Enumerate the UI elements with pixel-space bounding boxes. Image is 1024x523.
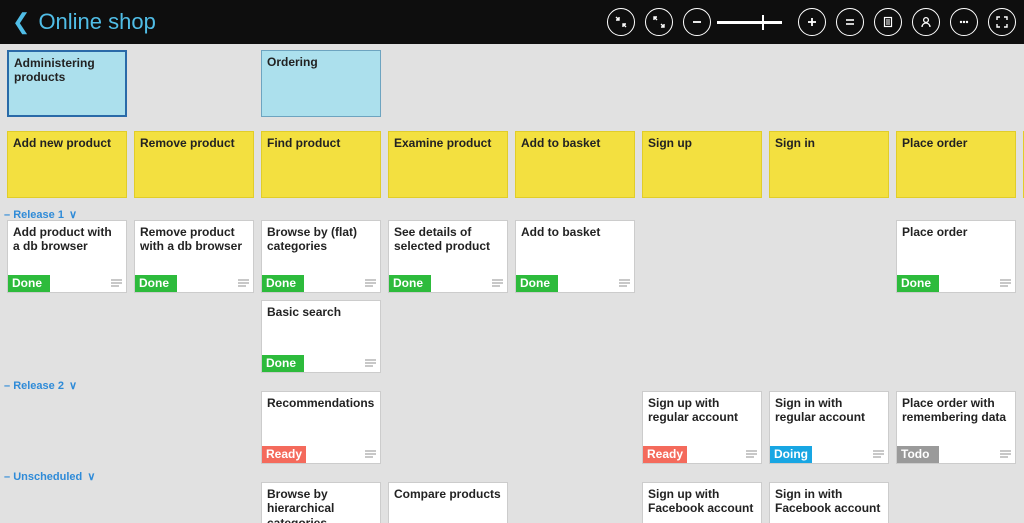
story-title: Sign in with Facebook account: [775, 487, 880, 515]
story-title: Sign up with Facebook account: [648, 487, 753, 515]
story-title: See details of selected product: [394, 225, 490, 253]
story-card[interactable]: Browse by hierarchical categories: [261, 482, 381, 523]
story-card[interactable]: Place order Done: [896, 220, 1016, 293]
status-badge: Done: [8, 275, 50, 292]
story-card[interactable]: Sign up with regular account Ready: [642, 391, 762, 464]
step-card[interactable]: Sign in: [769, 131, 889, 198]
story-card[interactable]: Recommendations Ready: [261, 391, 381, 464]
description-icon: [873, 450, 884, 459]
story-title: Sign in with regular account: [775, 396, 865, 424]
step-card[interactable]: Add to basket: [515, 131, 635, 198]
story-title: Recommendations: [267, 396, 374, 410]
status-badge: Done: [262, 275, 304, 292]
description-icon: [365, 450, 376, 459]
status-badge: Done: [897, 275, 939, 292]
story-card[interactable]: Sign in with regular account Doing: [769, 391, 889, 464]
story-title: Browse by hierarchical categories: [267, 487, 334, 523]
story-title: Sign up with regular account: [648, 396, 738, 424]
description-icon: [238, 279, 249, 288]
status-badge: Done: [516, 275, 558, 292]
clipboard-icon[interactable]: [874, 8, 902, 36]
story-title: Compare products: [394, 487, 501, 501]
description-icon: [1000, 450, 1011, 459]
zoom-fit-icon[interactable]: [836, 8, 864, 36]
description-icon: [365, 359, 376, 368]
story-card[interactable]: Remove product with a db browser Done: [134, 220, 254, 293]
story-card[interactable]: Compare products: [388, 482, 508, 523]
story-title: Add product with a db browser: [13, 225, 112, 253]
description-icon: [1000, 279, 1011, 288]
story-title: Place order: [902, 225, 967, 239]
zoom-in-icon[interactable]: [798, 8, 826, 36]
status-badge: Done: [389, 275, 431, 292]
story-title: Remove product with a db browser: [140, 225, 242, 253]
step-card[interactable]: Find product: [261, 131, 381, 198]
more-icon[interactable]: [950, 8, 978, 36]
description-icon: [111, 279, 122, 288]
zoom-slider[interactable]: [717, 21, 782, 24]
story-title: Add to basket: [521, 225, 600, 239]
description-icon: [746, 450, 757, 459]
status-badge: Done: [262, 355, 304, 372]
status-badge: Ready: [643, 446, 687, 463]
status-badge: Todo: [897, 446, 939, 463]
release-toggle[interactable]: – Unscheduled ∨: [4, 470, 95, 483]
story-title: Place order with remembering data: [902, 396, 1006, 424]
story-title: Basic search: [267, 305, 341, 319]
step-card[interactable]: Examine product: [388, 131, 508, 198]
back-icon[interactable]: ❮: [8, 11, 34, 33]
story-card[interactable]: See details of selected product Done: [388, 220, 508, 293]
chevron-down-icon: ∨: [69, 380, 77, 392]
fullscreen-icon[interactable]: [988, 8, 1016, 36]
story-card[interactable]: Add to basket Done: [515, 220, 635, 293]
story-map-board[interactable]: Administering productsAdd new productRem…: [0, 44, 1024, 523]
description-icon: [619, 279, 630, 288]
activity-card[interactable]: Administering products: [7, 50, 127, 117]
step-card[interactable]: Place order: [896, 131, 1016, 198]
page-title: Online shop: [38, 9, 155, 35]
user-icon[interactable]: [912, 8, 940, 36]
status-badge: Doing: [770, 446, 812, 463]
story-card[interactable]: Sign up with Facebook account: [642, 482, 762, 523]
status-badge: Ready: [262, 446, 306, 463]
status-badge: Done: [135, 275, 177, 292]
story-card[interactable]: Basic search Done: [261, 300, 381, 373]
step-card[interactable]: Add new product: [7, 131, 127, 198]
story-card[interactable]: Sign in with Facebook account: [769, 482, 889, 523]
activity-card[interactable]: Ordering: [261, 50, 381, 117]
expand-icon[interactable]: [645, 8, 673, 36]
story-card[interactable]: Browse by (flat) categories Done: [261, 220, 381, 293]
step-card[interactable]: Remove product: [134, 131, 254, 198]
story-title: Browse by (flat) categories: [267, 225, 357, 253]
story-card[interactable]: Place order with remembering data Todo: [896, 391, 1016, 464]
release-toggle[interactable]: – Release 2 ∨: [4, 379, 77, 392]
collapse-icon[interactable]: [607, 8, 635, 36]
chevron-down-icon: ∨: [87, 471, 95, 483]
description-icon: [492, 279, 503, 288]
zoom-out-icon[interactable]: [683, 8, 711, 36]
topbar: ❮ Online shop: [0, 0, 1024, 44]
description-icon: [365, 279, 376, 288]
step-card[interactable]: Sign up: [642, 131, 762, 198]
story-card[interactable]: Add product with a db browser Done: [7, 220, 127, 293]
